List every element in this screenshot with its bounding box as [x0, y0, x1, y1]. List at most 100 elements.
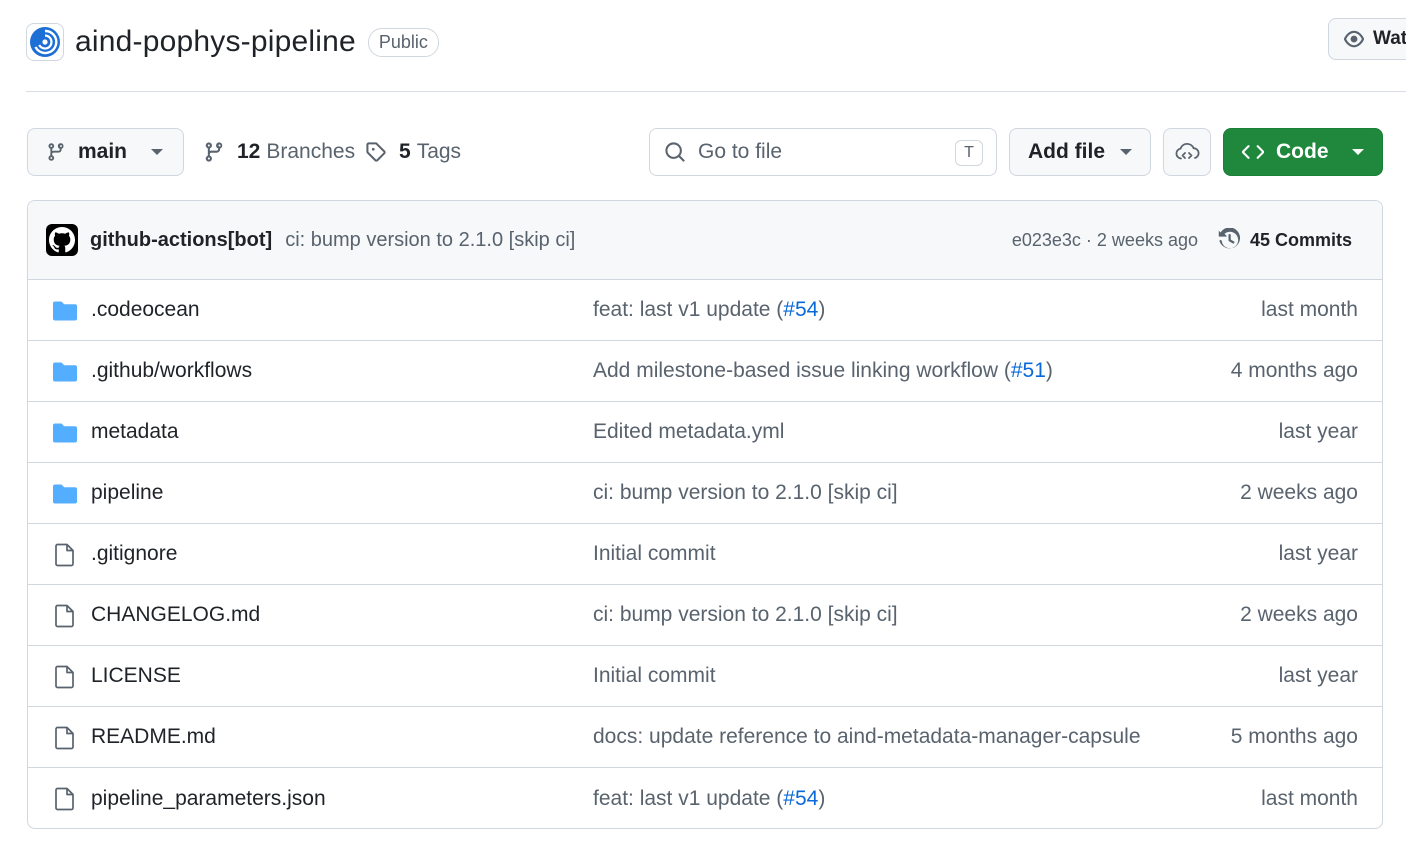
file-commit-message[interactable]: feat: last v1 update (#54) — [593, 787, 825, 811]
file-icon — [52, 787, 78, 811]
file-name[interactable]: pipeline — [91, 481, 163, 505]
add-file-label: Add file — [1028, 140, 1105, 163]
file-commit-date: 5 months ago — [1230, 725, 1358, 748]
add-file-button[interactable]: Add file — [1009, 128, 1151, 176]
folder-icon — [52, 482, 78, 506]
tags-count: 5 — [399, 140, 411, 163]
commit-message[interactable]: ci: bump version to 2.1.0 [skip ci] — [285, 229, 575, 252]
folder-icon — [52, 360, 78, 384]
pull-request-link[interactable]: #54 — [783, 787, 818, 810]
file-commit-message[interactable]: docs: update reference to aind-metadata-… — [593, 725, 1141, 749]
org-avatar[interactable] — [26, 23, 64, 61]
file-commit-date: 4 months ago — [1230, 359, 1358, 382]
tags-link[interactable]: 5 Tags — [365, 128, 461, 176]
commit-message-text[interactable]: feat: last v1 update ( — [593, 298, 783, 321]
visibility-badge: Public — [367, 27, 439, 57]
search-placeholder: Go to file — [698, 140, 783, 163]
cloud-code-icon — [1175, 142, 1200, 160]
file-commit-date: last year — [1278, 664, 1358, 687]
file-commit-date: 2 weeks ago — [1240, 603, 1358, 626]
code-brackets-icon — [1242, 145, 1264, 159]
commits-history-link[interactable]: 45 Commits — [1218, 228, 1352, 252]
github-bot-avatar[interactable] — [46, 224, 78, 256]
chevron-down-icon — [1352, 149, 1364, 155]
history-icon — [1218, 228, 1240, 249]
branches-link[interactable]: 12 Branches — [203, 128, 355, 176]
file-commit-message[interactable]: feat: last v1 update (#54) — [593, 298, 825, 322]
commit-message-text[interactable]: Initial commit — [593, 664, 716, 687]
pull-request-link[interactable]: #54 — [783, 298, 818, 321]
commit-message-text[interactable]: Edited metadata.yml — [593, 420, 784, 443]
commit-message-text[interactable]: Initial commit — [593, 542, 716, 565]
file-commit-message[interactable]: Initial commit — [593, 542, 716, 566]
file-name[interactable]: metadata — [91, 420, 179, 444]
shortcut-key-hint: T — [955, 140, 983, 166]
file-icon — [52, 543, 78, 567]
file-name[interactable]: README.md — [91, 725, 216, 749]
file-name[interactable]: CHANGELOG.md — [91, 603, 260, 627]
file-icon — [52, 665, 78, 689]
branch-icon — [205, 142, 223, 162]
file-commit-date: last month — [1261, 298, 1358, 321]
repo-header: aind-pophys-pipeline Public Watch — [26, 18, 1406, 64]
file-row[interactable]: pipeline ci: bump version to 2.1.0 [skip … — [28, 463, 1382, 524]
chevron-down-icon — [151, 149, 163, 155]
file-row[interactable]: metadata Edited metadata.yml last year — [28, 402, 1382, 463]
file-commit-date: last year — [1278, 542, 1358, 565]
commit-sha-time[interactable]: e023e3c · 2 weeks ago — [1012, 230, 1198, 251]
file-name[interactable]: pipeline_parameters.json — [91, 787, 326, 811]
branch-icon — [48, 143, 64, 161]
commit-message-text[interactable]: docs: update reference to aind-metadata-… — [593, 725, 1141, 748]
tags-label: Tags — [416, 140, 462, 163]
file-icon — [52, 604, 78, 628]
file-list: github-actions[bot] ci: bump version to … — [27, 200, 1383, 829]
watch-label: Watch — [1373, 28, 1406, 49]
commit-message-text-end: ) — [818, 786, 826, 810]
watch-button[interactable]: Watch — [1328, 18, 1406, 60]
file-rows: .codeocean feat: last v1 update (#54) last… — [28, 280, 1382, 828]
eye-icon — [1343, 30, 1365, 48]
commit-message-text[interactable]: Add milestone-based issue linking workfl… — [593, 359, 1011, 382]
go-to-file-input[interactable]: Go to file T — [649, 128, 997, 176]
header-divider — [26, 91, 1406, 92]
file-row[interactable]: README.md docs: update reference to aind-… — [28, 707, 1382, 768]
file-commit-message[interactable]: Edited metadata.yml — [593, 420, 784, 444]
tag-icon — [366, 142, 386, 162]
branch-select-button[interactable]: main — [27, 128, 184, 176]
chevron-down-icon — [1120, 149, 1132, 155]
file-commit-date: last month — [1261, 786, 1358, 810]
folder-icon — [52, 421, 78, 445]
file-commit-message[interactable]: Add milestone-based issue linking workfl… — [593, 359, 1053, 383]
file-row[interactable]: pipeline_parameters.json feat: last v1 up… — [28, 768, 1382, 828]
commit-message-text-end: ) — [1045, 359, 1053, 382]
folder-icon — [52, 299, 78, 323]
file-row[interactable]: LICENSE Initial commit last year — [28, 646, 1382, 707]
file-row[interactable]: .gitignore Initial commit last year — [28, 524, 1382, 585]
commits-count-label: 45 Commits — [1249, 229, 1352, 250]
latest-commit-bar: github-actions[bot] ci: bump version to … — [28, 201, 1382, 280]
file-name[interactable]: .gitignore — [91, 542, 177, 566]
file-row[interactable]: CHANGELOG.md ci: bump version to 2.1.0 [s… — [28, 585, 1382, 646]
org-logo-icon — [30, 27, 60, 57]
repo-name[interactable]: aind-pophys-pipeline — [75, 25, 356, 59]
branches-count: 12 — [237, 140, 261, 163]
pull-request-link[interactable]: #51 — [1011, 359, 1046, 382]
commit-message-text[interactable]: ci: bump version to 2.1.0 [skip ci] — [593, 603, 898, 626]
commit-message-text[interactable]: feat: last v1 update ( — [593, 787, 783, 810]
file-row[interactable]: .github/workflows Add milestone-based iss… — [28, 341, 1382, 402]
file-commit-message[interactable]: Initial commit — [593, 664, 716, 688]
code-button[interactable]: Code — [1223, 128, 1383, 176]
commit-message-text[interactable]: ci: bump version to 2.1.0 [skip ci] — [593, 481, 898, 504]
commit-author[interactable]: github-actions[bot] — [90, 229, 272, 252]
branch-name: main — [78, 140, 128, 163]
file-commit-date: last year — [1278, 420, 1358, 443]
file-row[interactable]: .codeocean feat: last v1 update (#54) last… — [28, 280, 1382, 341]
repo-toolbar: main 12 Branches 5 Tags Go to file T Add… — [27, 128, 1383, 176]
file-commit-message[interactable]: ci: bump version to 2.1.0 [skip ci] — [593, 481, 898, 505]
codespace-button[interactable] — [1163, 128, 1211, 176]
file-name[interactable]: LICENSE — [91, 664, 181, 688]
file-commit-date: 2 weeks ago — [1240, 481, 1358, 504]
file-commit-message[interactable]: ci: bump version to 2.1.0 [skip ci] — [593, 603, 898, 627]
file-name[interactable]: .github/workflows — [91, 359, 252, 383]
file-name[interactable]: .codeocean — [91, 298, 200, 322]
